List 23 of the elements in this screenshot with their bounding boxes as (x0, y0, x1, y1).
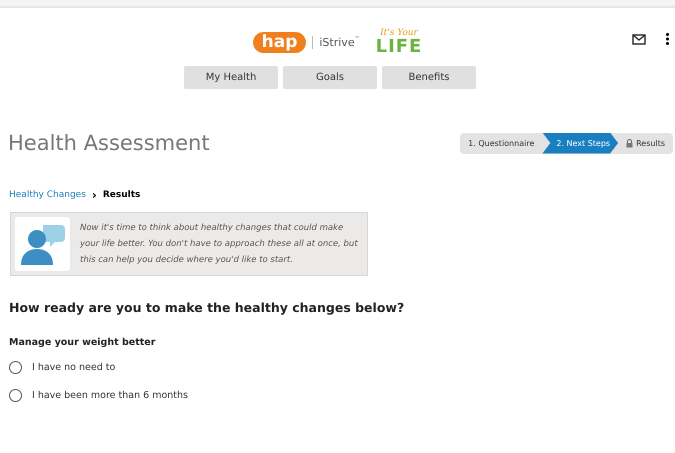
step[interactable]: 1. Questionnaire (460, 132, 542, 154)
mail-icon[interactable] (632, 34, 646, 44)
step[interactable]: 2. Next Steps (542, 132, 618, 154)
option-label: I have no need to (32, 362, 116, 372)
person-chat-icon (15, 217, 70, 271)
breadcrumb-link[interactable]: Healthy Changes (9, 190, 86, 200)
option-label: I have been more than 6 months (32, 390, 188, 400)
page-title: Health Assessment (8, 131, 210, 155)
nav-tab[interactable]: My Health (184, 66, 278, 89)
lock-icon (626, 138, 634, 148)
radio-button[interactable] (9, 360, 22, 374)
radio-button[interactable] (9, 388, 22, 402)
more-icon[interactable] (666, 33, 669, 45)
tagline: It's Your (380, 28, 418, 38)
brand-logo: hap (252, 32, 306, 52)
nav-tab[interactable]: Benefits (382, 66, 476, 89)
group-title: Manage your weight better (9, 337, 156, 348)
breadcrumb-current: Results (102, 190, 140, 200)
nav-tab[interactable]: Goals (283, 66, 377, 89)
question: How ready are you to make the healthy changes below? (9, 300, 406, 315)
info-text: Now it's time to think about healthy changes that could make your life better. You don't have to approach these all at once, but this can help you decide where you'd like to start. (80, 222, 359, 267)
tagline-logo: LIFE (376, 38, 422, 56)
breadcrumb-separator: › (92, 188, 97, 202)
